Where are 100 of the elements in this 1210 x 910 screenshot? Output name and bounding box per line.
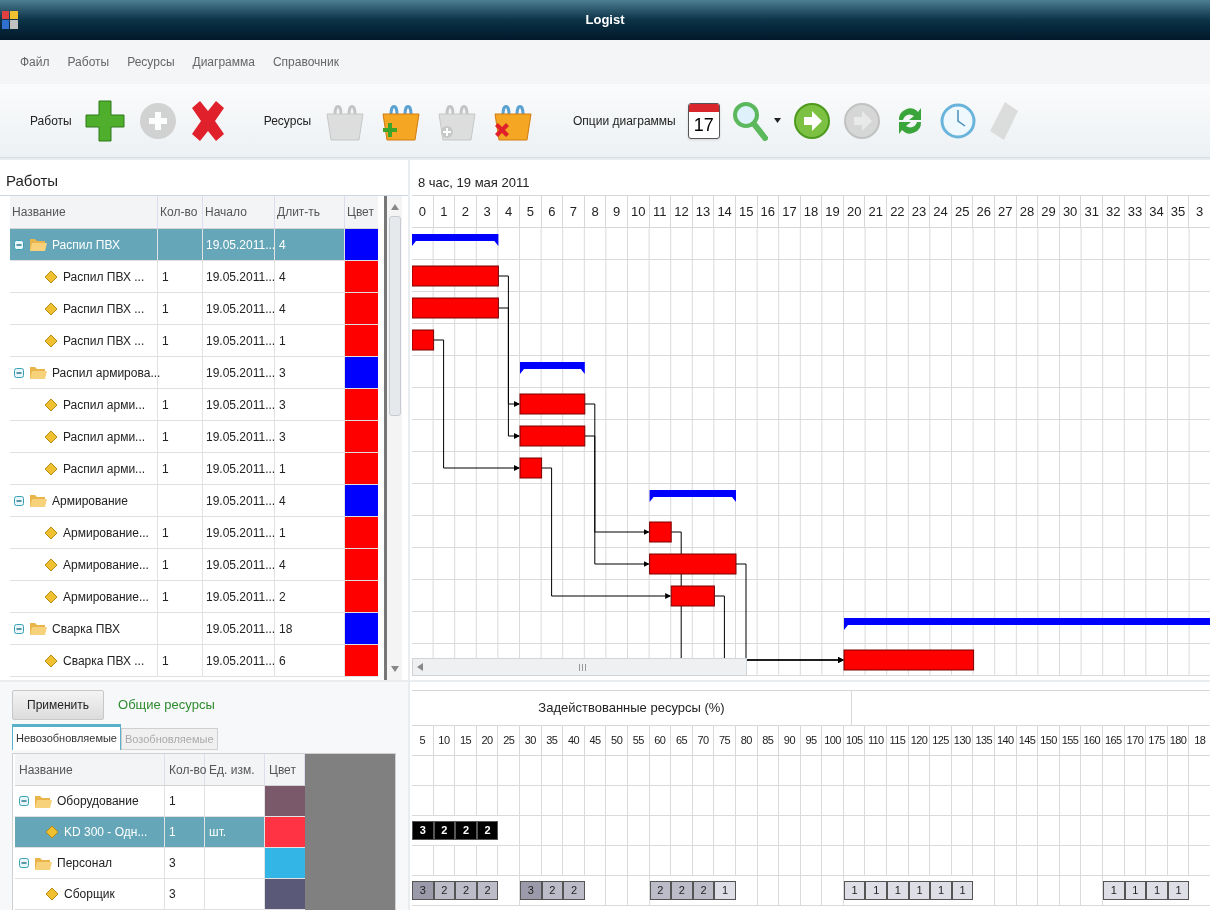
table-row[interactable]: Сборщик 3	[15, 879, 305, 910]
collapse-icon[interactable]	[19, 796, 29, 806]
menu-item[interactable]: Ресурсы	[127, 53, 175, 71]
menu-item[interactable]: Диаграмма	[192, 53, 255, 71]
column-header[interactable]: Название	[10, 196, 158, 228]
collapse-icon[interactable]	[14, 367, 24, 378]
hour-label: 23	[908, 196, 931, 227]
hour-label: 17	[779, 196, 801, 227]
collapse-icon[interactable]	[14, 495, 24, 506]
table-row[interactable]: Распил арми... 1 19.05.2011... 3	[10, 421, 378, 453]
menu-item[interactable]: Справочник	[272, 53, 339, 71]
table-cell-text: 3	[279, 396, 286, 414]
percent-label: 15	[455, 726, 477, 755]
calendar-button[interactable]: 17	[687, 102, 720, 139]
column-header[interactable]: Ед. изм.	[205, 754, 265, 785]
summary-bar[interactable]	[520, 362, 585, 374]
table-row[interactable]: Распил армирова... 19.05.2011... 3	[10, 357, 378, 389]
table-cell-text: 19.05.2011...	[206, 236, 276, 254]
plus-icon	[83, 98, 126, 143]
panel-title: Работы	[6, 170, 59, 191]
vertical-scrollbar[interactable]	[384, 196, 402, 680]
table-cell-text: 19.05.2011...	[206, 652, 276, 670]
diamond-icon	[45, 887, 59, 901]
table-row[interactable]: Распил ПВХ ... 1 19.05.2011... 4	[10, 293, 378, 325]
table-cell-text: 4	[279, 492, 286, 510]
summary-bar[interactable]	[412, 234, 499, 246]
folder-icon	[29, 365, 47, 380]
table-row[interactable]: Сварка ПВХ ... 1 19.05.2011... 6	[10, 645, 378, 677]
hour-label: 25	[951, 196, 974, 227]
column-header[interactable]: Кол-во	[165, 754, 205, 785]
search-button[interactable]	[731, 100, 781, 141]
task-bar[interactable]	[670, 585, 715, 607]
percent-label: 70	[692, 726, 715, 755]
column-header[interactable]: Начало	[203, 196, 275, 228]
table-cell-text: шт.	[209, 824, 227, 841]
horizontal-scrollbar[interactable]	[412, 658, 747, 676]
percent-label: 125	[930, 726, 952, 755]
table-row[interactable]: Распил арми... 1 19.05.2011... 3	[10, 389, 378, 421]
hour-label: 27	[995, 196, 1017, 227]
task-bar[interactable]	[412, 329, 435, 351]
load-cell: 3	[519, 881, 542, 900]
cross-icon	[189, 99, 226, 142]
hour-label: 6	[541, 196, 564, 227]
task-bar[interactable]	[519, 457, 543, 479]
load-cell: 1	[1124, 881, 1147, 900]
load-cell: 1	[887, 881, 909, 900]
search-icon	[731, 100, 768, 141]
diamond-icon	[44, 269, 58, 284]
load-cell: 1	[1167, 881, 1190, 900]
table-cell-text: 19.05.2011...	[206, 620, 276, 638]
table-cell-text: 3	[279, 364, 286, 382]
table-row[interactable]: Распил ПВХ ... 1 19.05.2011... 1	[10, 325, 378, 357]
summary-bar[interactable]	[649, 490, 736, 502]
table-row[interactable]: Распил арми... 1 19.05.2011... 1	[10, 453, 378, 485]
row-name: Распил армирова...	[52, 364, 161, 382]
folder-icon	[29, 493, 47, 508]
table-row[interactable]: Армирование... 1 19.05.2011... 4	[10, 549, 378, 581]
load-cell: 2	[671, 881, 693, 900]
collapse-icon[interactable]	[19, 858, 29, 868]
load-cell: 1	[1103, 881, 1125, 900]
column-header[interactable]: Длит-ть	[275, 196, 345, 228]
table-row[interactable]: Армирование 19.05.2011... 4	[10, 485, 378, 517]
column-header[interactable]: Название	[15, 754, 165, 785]
tab[interactable]: Невозобновляемые	[12, 724, 121, 750]
menu-item[interactable]: Файл	[20, 53, 50, 71]
date-label: 8 час, 19 мая 2011	[418, 173, 530, 192]
diamond-icon	[44, 333, 58, 348]
row-name: Сборщик	[64, 886, 115, 903]
clock-button[interactable]	[938, 101, 977, 140]
table-cell-text: 19.05.2011...	[206, 492, 276, 510]
table-cell-text: 1	[162, 588, 169, 606]
delete-button[interactable]	[189, 99, 226, 142]
hour-label: 24	[930, 196, 952, 227]
table-row[interactable]: Распил ПВХ ... 1 19.05.2011... 4	[10, 261, 378, 293]
summary-bar[interactable]	[844, 618, 1210, 630]
table-row[interactable]: Армирование... 1 19.05.2011... 1	[10, 517, 378, 549]
apply-button[interactable]: Применить	[12, 690, 104, 720]
scrollbar-thumb[interactable]	[388, 216, 401, 416]
table-row[interactable]: Сварка ПВХ 19.05.2011... 18	[10, 613, 378, 645]
menu-item[interactable]: Работы	[67, 53, 110, 71]
forward-button[interactable]	[792, 101, 831, 140]
table-cell-text: 1	[162, 300, 169, 318]
table-row[interactable]: Армирование... 1 19.05.2011... 2	[10, 581, 378, 613]
table-cell-text: 3	[279, 428, 286, 446]
percent-label: 85	[757, 726, 780, 755]
table-cell-text: 4	[279, 268, 286, 286]
hour-label: 19	[822, 196, 844, 227]
hour-label: 3	[1189, 196, 1210, 227]
table-row[interactable]: Персонал 3	[15, 848, 305, 879]
table-cell-text: 19.05.2011...	[206, 364, 276, 382]
collapse-icon[interactable]	[14, 623, 24, 634]
hour-label: 5	[519, 196, 542, 227]
collapse-icon[interactable]	[14, 239, 24, 250]
load-cell: 2	[692, 881, 715, 900]
add-button[interactable]	[83, 98, 126, 143]
load-cell: 3	[412, 821, 434, 840]
column-header[interactable]: Кол-во	[158, 196, 203, 228]
percent-label: 55	[627, 726, 650, 755]
row-name: Оборудование	[57, 793, 139, 810]
table-cell-text: 1	[279, 524, 286, 542]
